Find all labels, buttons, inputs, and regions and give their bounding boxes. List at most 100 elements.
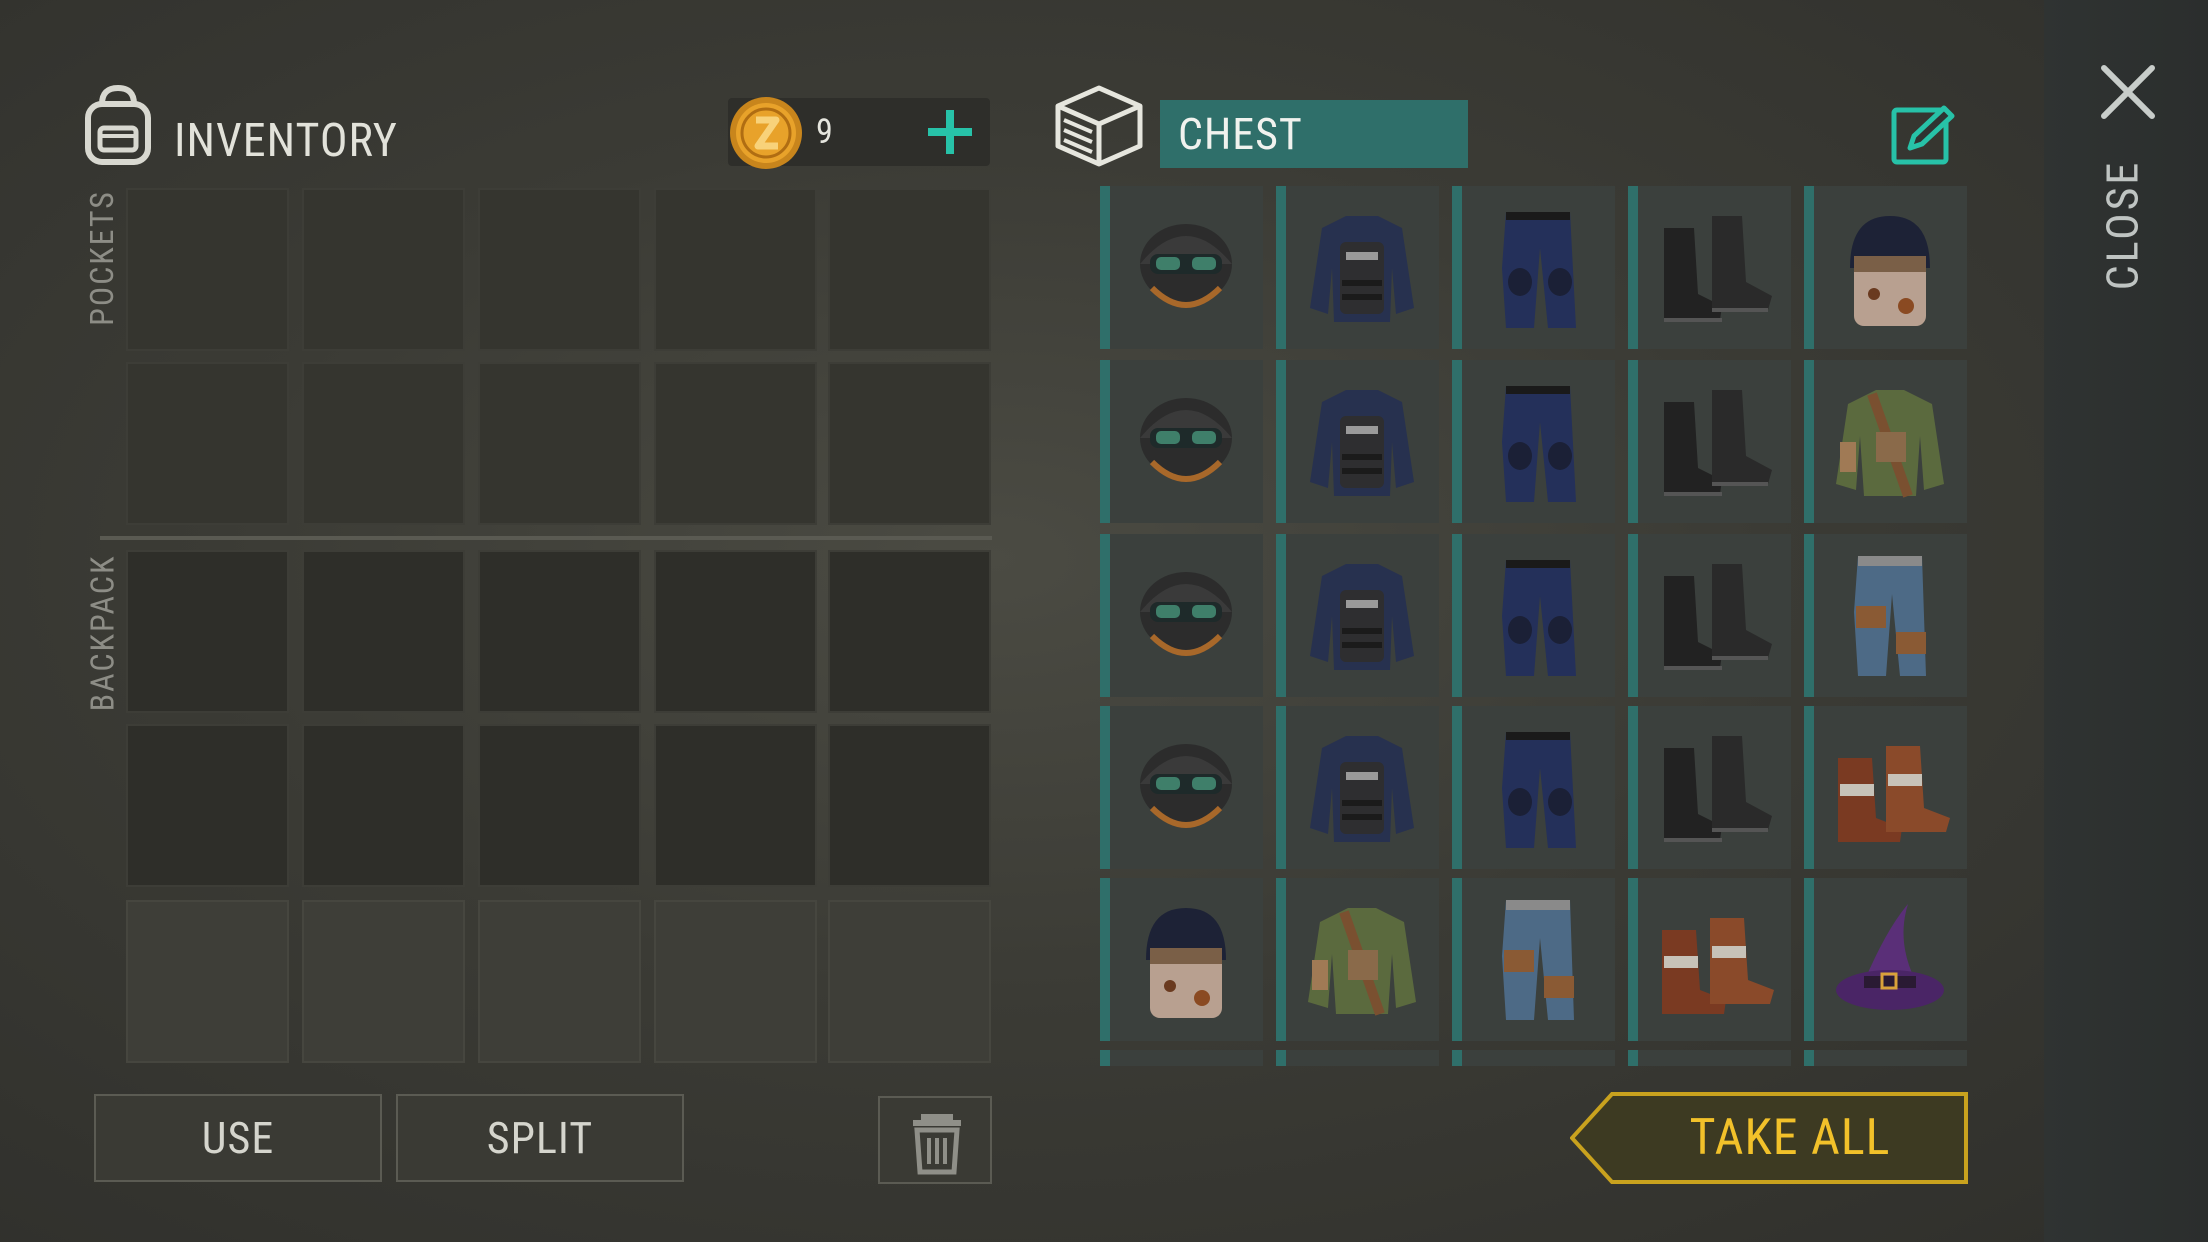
chest-slot-police-vest[interactable]: [1276, 534, 1439, 697]
chest-slot-police-pants[interactable]: [1452, 360, 1615, 523]
chest-slot-partial: [1452, 1050, 1615, 1066]
backpack-slot[interactable]: [478, 724, 641, 887]
chest-slot-makeshift-boots[interactable]: [1804, 706, 1967, 869]
chest-slot-makeshift-pants[interactable]: [1452, 878, 1615, 1041]
pocket-slot[interactable]: [302, 188, 465, 351]
chest-slot-police-helmet[interactable]: [1100, 186, 1263, 349]
add-coins-icon[interactable]: [924, 106, 976, 158]
chest-slot-police-pants[interactable]: [1452, 706, 1615, 869]
police-boots-icon: [1664, 736, 1772, 842]
police-helmet-icon: [1140, 744, 1232, 828]
makeshift-jacket-icon: [1308, 908, 1416, 1016]
chest-slot-police-boots[interactable]: [1628, 186, 1791, 349]
makeshift-jacket-icon: [1836, 390, 1944, 498]
chest-slot-makeshift-helmet[interactable]: [1100, 878, 1263, 1041]
backpack-label: BACKPACK: [83, 554, 122, 712]
backpack-slot[interactable]: [302, 724, 465, 887]
split-button[interactable]: SPLIT: [396, 1094, 684, 1182]
makeshift-pants-icon: [1854, 556, 1926, 676]
makeshift-boots-icon: [1662, 918, 1774, 1014]
police-pants-icon: [1502, 386, 1576, 502]
makeshift-pants-icon: [1502, 900, 1574, 1020]
backpack-slot[interactable]: [478, 550, 641, 713]
pocket-slot[interactable]: [828, 362, 991, 525]
chest-slot-police-helmet[interactable]: [1100, 360, 1263, 523]
coin-icon: [726, 92, 806, 174]
chest-slot-partial: [1628, 1050, 1791, 1066]
backpack-slot[interactable]: [302, 900, 465, 1063]
backpack-slot[interactable]: [654, 724, 817, 887]
backpack-slot[interactable]: [478, 900, 641, 1063]
police-boots-icon: [1664, 216, 1772, 322]
police-helmet-icon: [1140, 572, 1232, 656]
witch-hat-icon: [1836, 904, 1944, 1010]
chest-slot-police-vest[interactable]: [1276, 186, 1439, 349]
coin-count: 9: [816, 112, 833, 152]
chest-slot-police-pants[interactable]: [1452, 186, 1615, 349]
police-vest-icon: [1310, 736, 1414, 842]
chest-slot-partial: [1100, 1050, 1263, 1066]
makeshift-helmet-icon: [1146, 908, 1226, 1018]
backpack-slot[interactable]: [828, 724, 991, 887]
police-pants-icon: [1502, 732, 1576, 848]
backpack-slot[interactable]: [302, 550, 465, 713]
pocket-slot[interactable]: [654, 188, 817, 351]
take-all-button[interactable]: [1569, 1092, 1968, 1184]
police-boots-icon: [1664, 564, 1772, 670]
backpack-slot[interactable]: [126, 724, 289, 887]
chest-slot-police-helmet[interactable]: [1100, 706, 1263, 869]
chest-slot-makeshift-jacket[interactable]: [1276, 878, 1439, 1041]
pocket-slot[interactable]: [302, 362, 465, 525]
edit-icon[interactable]: [1890, 102, 1956, 168]
makeshift-helmet-icon: [1850, 216, 1930, 326]
use-button[interactable]: USE: [94, 1094, 382, 1182]
chest-slot-police-boots[interactable]: [1628, 706, 1791, 869]
makeshift-boots-icon: [1838, 746, 1950, 842]
pockets-label: POCKETS: [83, 190, 121, 326]
police-pants-icon: [1502, 212, 1576, 328]
backpack-label-wrap: BACKPACK: [72, 548, 132, 718]
chest-slot-makeshift-boots[interactable]: [1628, 878, 1791, 1041]
trash-icon: [913, 1114, 961, 1175]
chest-slot-police-vest[interactable]: [1276, 706, 1439, 869]
use-label: USE: [201, 1112, 275, 1164]
chest-slot-police-vest[interactable]: [1276, 360, 1439, 523]
pocket-slot[interactable]: [126, 188, 289, 351]
chest-slot-police-boots[interactable]: [1628, 360, 1791, 523]
pocket-slot[interactable]: [478, 362, 641, 525]
backpack-slot[interactable]: [828, 550, 991, 713]
chest-slot-police-pants[interactable]: [1452, 534, 1615, 697]
chest-title: CHEST: [1160, 100, 1468, 168]
chest-slot-partial: [1804, 1050, 1967, 1066]
close-icon[interactable]: [2098, 62, 2158, 122]
chest-icon: [1052, 82, 1146, 170]
police-vest-icon: [1310, 564, 1414, 670]
police-helmet-icon: [1140, 224, 1232, 308]
police-helmet-icon: [1140, 398, 1232, 482]
backpack-slot[interactable]: [654, 550, 817, 713]
police-boots-icon: [1664, 390, 1772, 496]
backpack-slot[interactable]: [828, 900, 991, 1063]
backpack-slot[interactable]: [126, 550, 289, 713]
pockets-label-wrap: POCKETS: [72, 178, 132, 338]
chest-slot-police-boots[interactable]: [1628, 534, 1791, 697]
close-button[interactable]: CLOSE: [2092, 150, 2152, 300]
close-label: CLOSE: [2096, 159, 2149, 291]
chest-slot-makeshift-jacket[interactable]: [1804, 360, 1967, 523]
pocket-slot[interactable]: [126, 362, 289, 525]
chest-slot-makeshift-helmet[interactable]: [1804, 186, 1967, 349]
split-label: SPLIT: [486, 1112, 594, 1164]
backpack-slot[interactable]: [654, 900, 817, 1063]
police-vest-icon: [1310, 216, 1414, 322]
chest-slot-partial: [1276, 1050, 1439, 1066]
section-divider: [100, 536, 992, 540]
pocket-slot[interactable]: [828, 188, 991, 351]
chest-slot-makeshift-pants[interactable]: [1804, 534, 1967, 697]
backpack-slot[interactable]: [126, 900, 289, 1063]
police-pants-icon: [1502, 560, 1576, 676]
pocket-slot[interactable]: [654, 362, 817, 525]
trash-button[interactable]: [878, 1096, 992, 1184]
pocket-slot[interactable]: [478, 188, 641, 351]
chest-slot-witch-hat[interactable]: [1804, 878, 1967, 1041]
chest-slot-police-helmet[interactable]: [1100, 534, 1263, 697]
